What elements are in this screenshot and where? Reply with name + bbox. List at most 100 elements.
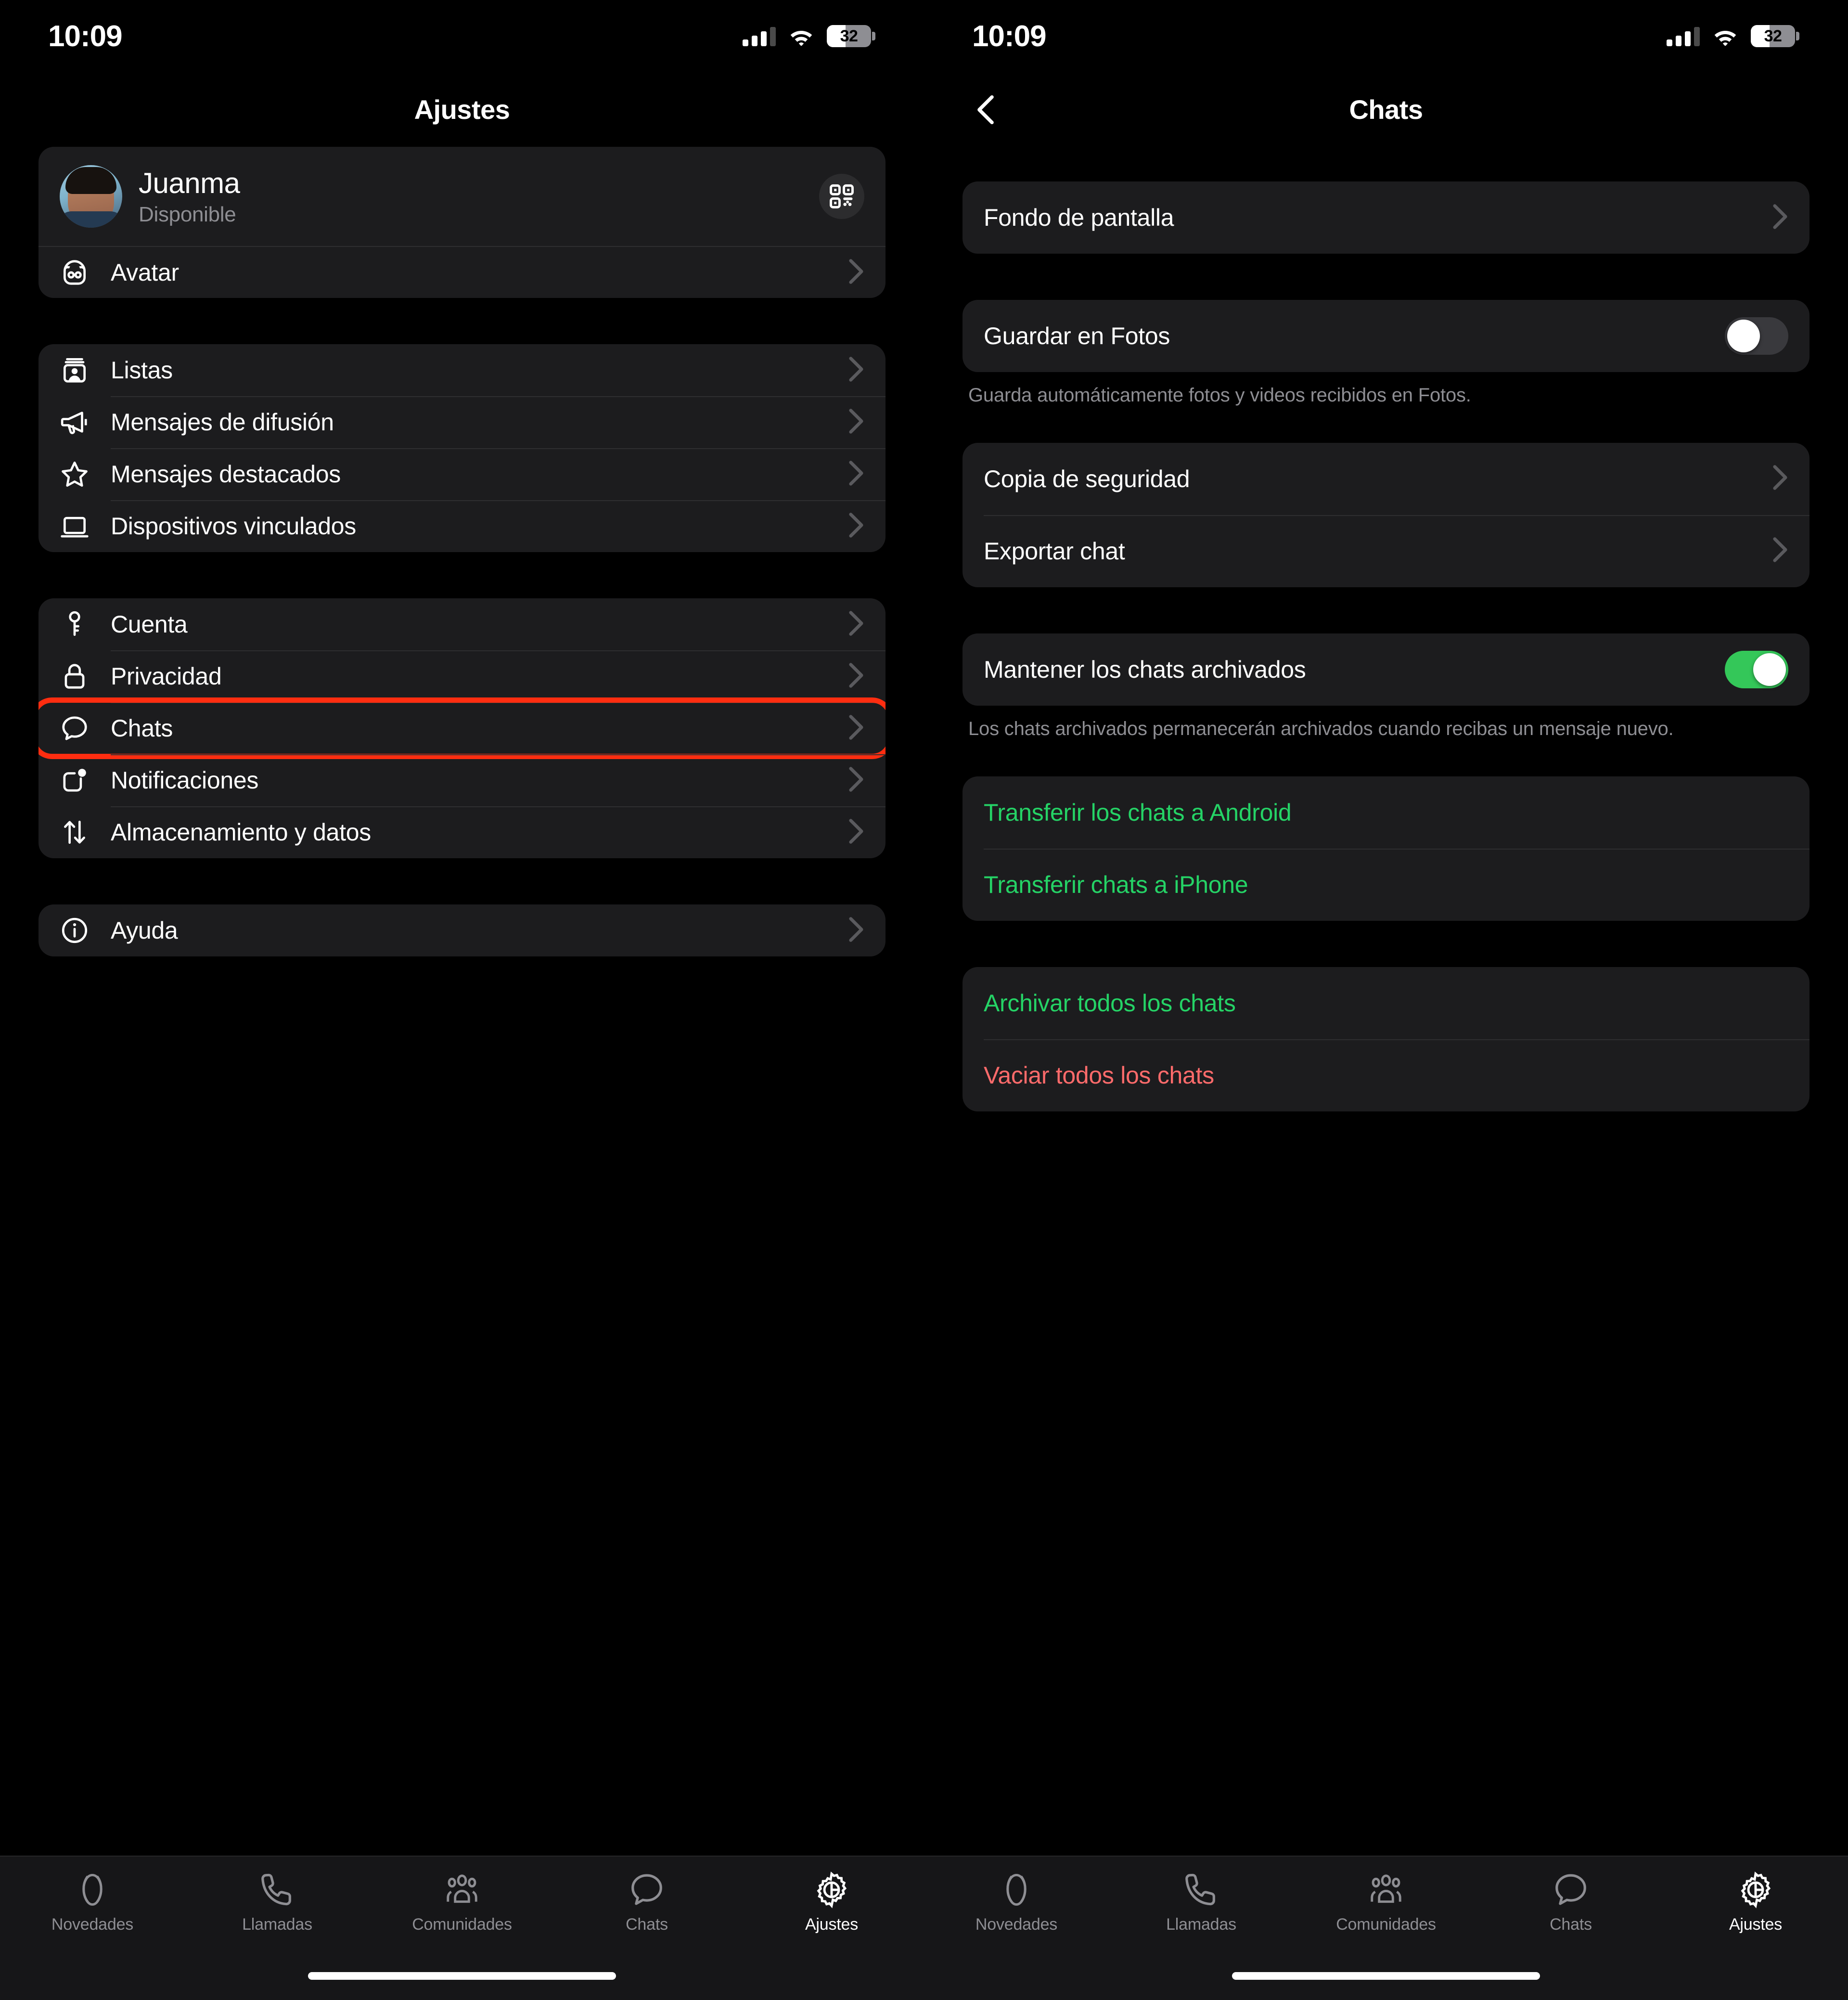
tab-llamadas[interactable]: Llamadas bbox=[1109, 1871, 1294, 1934]
communities-people-icon bbox=[447, 1874, 477, 1903]
sidebar-item-chats[interactable]: Chats bbox=[38, 697, 886, 759]
info-circle-icon bbox=[38, 916, 111, 945]
battery-icon: 32 bbox=[1751, 25, 1799, 47]
wifi-icon bbox=[790, 31, 812, 46]
backup-card: Copia de seguridad Exportar chat bbox=[962, 442, 1810, 587]
bulk-actions-card: Archivar todos los chats Vaciar todos lo… bbox=[962, 967, 1810, 1111]
status-rings-icon bbox=[1006, 1874, 1027, 1906]
sidebar-item-label: Notificaciones bbox=[111, 767, 259, 794]
row-fondo-de-pantalla[interactable]: Fondo de pantalla bbox=[962, 181, 1810, 254]
home-indicator bbox=[1232, 1972, 1540, 1980]
phone-icon bbox=[1185, 1873, 1215, 1906]
chevron-right-icon bbox=[1772, 536, 1788, 566]
status-bar-clock: 10:09 bbox=[972, 19, 1047, 53]
save-to-photos-toggle[interactable] bbox=[1725, 317, 1788, 355]
battery-icon: 32 bbox=[827, 25, 875, 47]
row-mantener-chats-archivados[interactable]: Mantener los chats archivados bbox=[962, 633, 1810, 706]
chevron-right-icon bbox=[848, 460, 864, 489]
chevron-right-icon bbox=[848, 916, 864, 945]
right-phone-screen: 10:09 32 Chats Fondo de pantalla Guardar… bbox=[924, 0, 1848, 2000]
sidebar-item-dispositivos-vinculados[interactable]: Dispositivos vinculados bbox=[38, 500, 886, 552]
row-label: Transferir chats a iPhone bbox=[984, 871, 1248, 898]
tools-group-card: Listas Mensajes de difusión Mensajes des… bbox=[38, 344, 886, 552]
row-vaciar-todos-los-chats[interactable]: Vaciar todos los chats bbox=[962, 1039, 1810, 1111]
sidebar-item-almacenamiento-y-datos[interactable]: Almacenamiento y datos bbox=[38, 806, 886, 858]
sidebar-item-label: Chats bbox=[111, 715, 173, 742]
tab-novedades[interactable]: Novedades bbox=[0, 1871, 185, 1934]
lock-icon bbox=[38, 661, 111, 691]
profile-row[interactable]: Juanma Disponible bbox=[38, 147, 886, 246]
row-transferir-chats-android[interactable]: Transferir los chats a Android bbox=[962, 776, 1810, 849]
sidebar-item-ayuda[interactable]: Ayuda bbox=[38, 904, 886, 956]
help-group-card: Ayuda bbox=[38, 904, 886, 956]
settings-group-card: Cuenta Privacidad Chats Notificaciones A… bbox=[38, 598, 886, 858]
sidebar-item-label: Dispositivos vinculados bbox=[111, 513, 356, 540]
chevron-right-icon bbox=[848, 714, 864, 743]
qr-code-icon[interactable] bbox=[819, 174, 864, 219]
sidebar-item-cuenta[interactable]: Cuenta bbox=[38, 598, 886, 650]
row-label: Guardar en Fotos bbox=[984, 323, 1170, 349]
sidebar-item-label: Almacenamiento y datos bbox=[111, 819, 371, 846]
row-exportar-chat[interactable]: Exportar chat bbox=[962, 515, 1810, 587]
tab-label: Llamadas bbox=[1166, 1915, 1236, 1934]
sidebar-item-label: Avatar bbox=[111, 259, 179, 286]
tab-ajustes[interactable]: Ajustes bbox=[739, 1871, 924, 1934]
chevron-right-icon bbox=[848, 662, 864, 691]
megaphone-icon bbox=[38, 407, 111, 437]
sidebar-item-label: Cuenta bbox=[111, 611, 188, 638]
chat-bubble-icon bbox=[631, 1874, 662, 1905]
laptop-icon bbox=[38, 511, 111, 541]
tab-novedades[interactable]: Novedades bbox=[924, 1871, 1109, 1934]
row-label: Exportar chat bbox=[984, 537, 1125, 565]
chevron-right-icon bbox=[848, 408, 864, 437]
gear-icon bbox=[1741, 1871, 1771, 1909]
sidebar-item-privacidad[interactable]: Privacidad bbox=[38, 650, 886, 702]
keep-archived-toggle[interactable] bbox=[1725, 650, 1788, 688]
tab-comunidades[interactable]: Comunidades bbox=[370, 1871, 554, 1934]
save-to-photos-footnote: Guarda automáticamente fotos y videos re… bbox=[968, 385, 1471, 406]
sidebar-item-notificaciones[interactable]: Notificaciones bbox=[38, 754, 886, 806]
tab-chats[interactable]: Chats bbox=[554, 1871, 739, 1934]
sidebar-item-avatar[interactable]: Avatar bbox=[38, 246, 886, 298]
tab-chats[interactable]: Chats bbox=[1478, 1871, 1663, 1934]
tab-llamadas[interactable]: Llamadas bbox=[185, 1871, 370, 1934]
row-label: Mantener los chats archivados bbox=[984, 656, 1306, 683]
chevron-right-icon bbox=[1772, 203, 1788, 232]
chat-bubble-icon bbox=[38, 713, 111, 743]
row-guardar-en-fotos[interactable]: Guardar en Fotos bbox=[962, 300, 1810, 372]
status-bar-clock: 10:09 bbox=[48, 19, 123, 53]
tab-label: Ajustes bbox=[805, 1915, 859, 1934]
phone-icon bbox=[261, 1873, 291, 1906]
left-navbar: Ajustes bbox=[0, 72, 924, 147]
back-button[interactable] bbox=[966, 90, 1005, 129]
right-scroll-content[interactable]: Fondo de pantalla Guardar en Fotos Guard… bbox=[924, 147, 1848, 1856]
profile-name: Juanma bbox=[139, 167, 240, 199]
status-bar-indicators: 32 bbox=[1667, 25, 1799, 47]
tab-label: Novedades bbox=[975, 1915, 1058, 1934]
sidebar-item-label: Privacidad bbox=[111, 663, 222, 690]
row-copia-de-seguridad[interactable]: Copia de seguridad bbox=[962, 443, 1810, 515]
arrows-up-down-icon bbox=[38, 817, 111, 847]
avatar[interactable] bbox=[60, 165, 122, 228]
tab-comunidades[interactable]: Comunidades bbox=[1294, 1871, 1478, 1934]
status-rings-icon bbox=[82, 1874, 103, 1906]
tab-label: Chats bbox=[626, 1915, 668, 1934]
profile-status: Disponible bbox=[139, 202, 236, 226]
tab-label: Chats bbox=[1550, 1915, 1592, 1934]
status-bar-right: 10:09 32 bbox=[924, 0, 1848, 72]
tab-label: Comunidades bbox=[412, 1915, 512, 1934]
tab-ajustes[interactable]: Ajustes bbox=[1663, 1871, 1848, 1934]
chevron-left-icon bbox=[977, 95, 994, 124]
sidebar-item-listas[interactable]: Listas bbox=[38, 344, 886, 396]
left-phone-screen: 10:09 32 Ajustes Juanma Disponible Avata… bbox=[0, 0, 924, 2000]
row-label: Transferir los chats a Android bbox=[984, 799, 1292, 826]
row-archivar-todos-los-chats[interactable]: Archivar todos los chats bbox=[962, 967, 1810, 1039]
sidebar-item-label: Mensajes destacados bbox=[111, 461, 341, 488]
left-scroll-content[interactable]: Juanma Disponible Avatar Listas Mensajes… bbox=[0, 147, 924, 1856]
sidebar-item-mensajes-de-difusion[interactable]: Mensajes de difusión bbox=[38, 396, 886, 448]
cellular-signal-icon bbox=[743, 26, 776, 46]
sidebar-item-label: Mensajes de difusión bbox=[111, 409, 334, 436]
keep-archived-footnote: Los chats archivados permanecerán archiv… bbox=[968, 718, 1674, 739]
row-transferir-chats-iphone[interactable]: Transferir chats a iPhone bbox=[962, 848, 1810, 921]
sidebar-item-mensajes-destacados[interactable]: Mensajes destacados bbox=[38, 448, 886, 500]
